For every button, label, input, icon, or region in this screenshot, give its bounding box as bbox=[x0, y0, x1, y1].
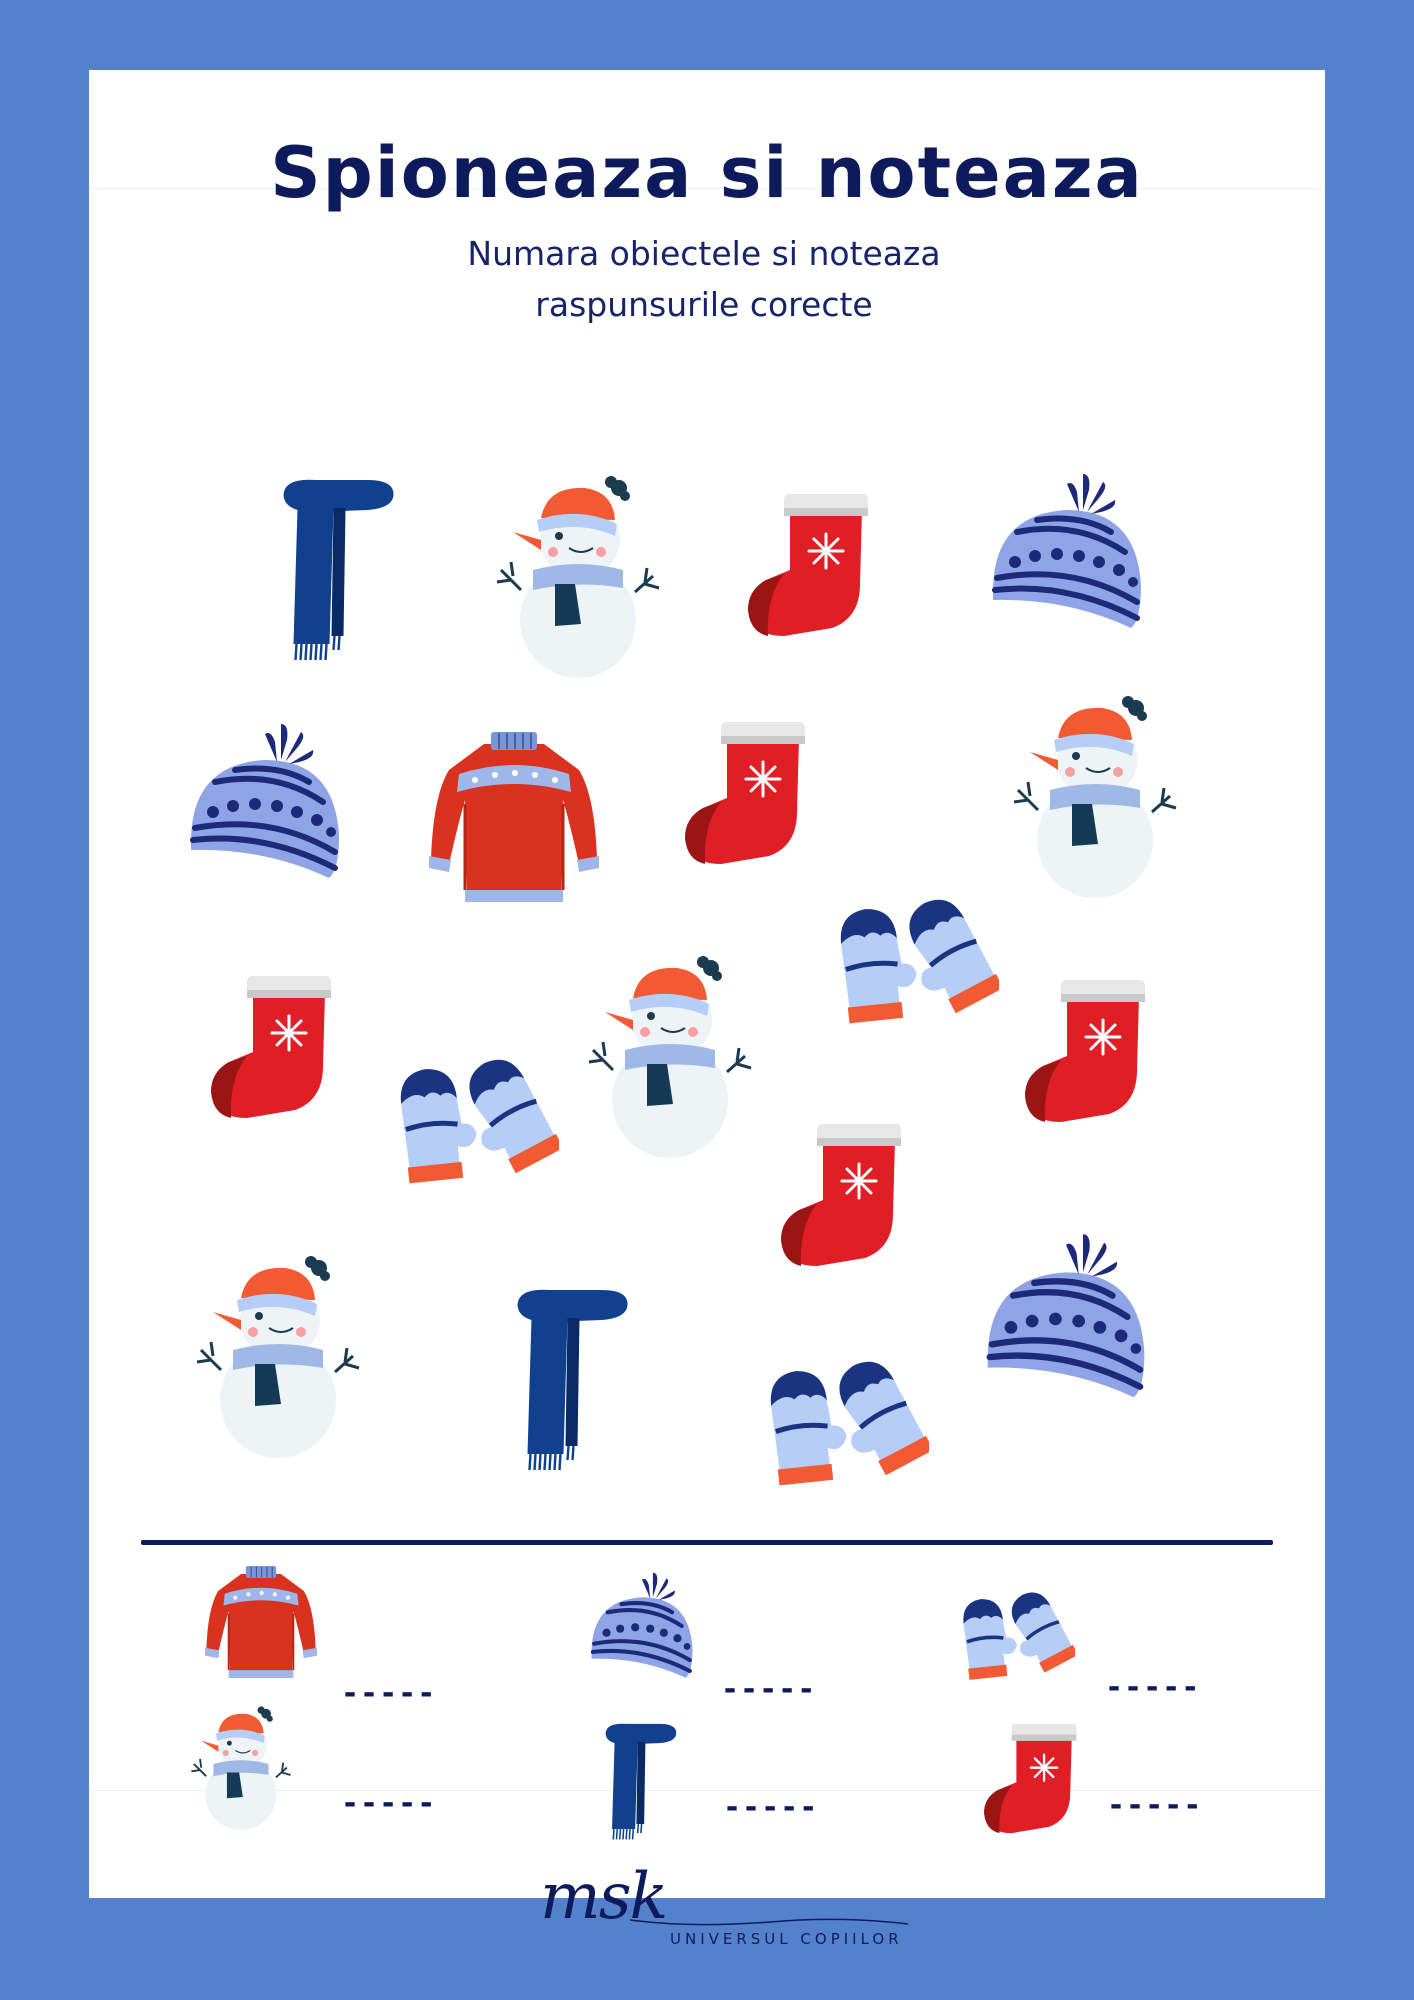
section-divider bbox=[141, 1540, 1273, 1545]
christmas-stocking-icon bbox=[744, 492, 874, 642]
logo-swoosh-icon bbox=[630, 1918, 909, 1926]
winter-hat-icon bbox=[587, 1570, 697, 1686]
winter-hat-icon bbox=[185, 720, 345, 890]
sweater-icon bbox=[205, 1564, 317, 1684]
answer-blank-hat[interactable]: ----- bbox=[721, 1672, 816, 1707]
worksheet-page: Spioneaza si noteaza Numara obiectele si… bbox=[89, 70, 1325, 1898]
mittens-icon bbox=[759, 1332, 929, 1492]
snowman-icon bbox=[493, 470, 663, 680]
page-subtitle: Numara obiectele si noteaza raspunsurile… bbox=[467, 234, 941, 324]
winter-hat-icon bbox=[981, 1230, 1151, 1410]
winter-hat-icon bbox=[987, 470, 1147, 640]
mittens-icon bbox=[389, 1030, 559, 1190]
snowman-icon bbox=[193, 1250, 363, 1460]
christmas-stocking-icon bbox=[681, 720, 811, 870]
christmas-stocking-icon bbox=[777, 1122, 907, 1272]
scarf-icon bbox=[597, 1720, 681, 1842]
christmas-stocking-icon bbox=[1021, 978, 1151, 1128]
mittens-icon bbox=[829, 870, 999, 1030]
answer-blank-sweater[interactable]: ----- bbox=[341, 1676, 436, 1711]
scarf-icon bbox=[273, 474, 398, 664]
answer-blank-sock[interactable]: ----- bbox=[1107, 1788, 1202, 1823]
snowman-icon bbox=[189, 1700, 293, 1834]
snowman-icon bbox=[1010, 690, 1180, 900]
snowman-icon bbox=[585, 950, 755, 1160]
answer-blank-snowman[interactable]: ----- bbox=[341, 1786, 436, 1821]
page-title: Spioneaza si noteaza bbox=[270, 132, 1144, 214]
christmas-stocking-icon bbox=[981, 1722, 1081, 1838]
answer-blank-scarf[interactable]: ----- bbox=[723, 1790, 818, 1825]
christmas-stocking-icon bbox=[207, 974, 337, 1124]
logo-subtitle: UNIVERSUL COPIILOR bbox=[670, 1930, 903, 1948]
scarf-icon bbox=[507, 1284, 632, 1474]
answer-blank-mittens[interactable]: ----- bbox=[1105, 1670, 1200, 1705]
mittens-icon bbox=[955, 1570, 1075, 1686]
brand-logo: msk UNIVERSUL COPIILOR bbox=[520, 1860, 920, 1960]
sweater-icon bbox=[429, 730, 599, 910]
